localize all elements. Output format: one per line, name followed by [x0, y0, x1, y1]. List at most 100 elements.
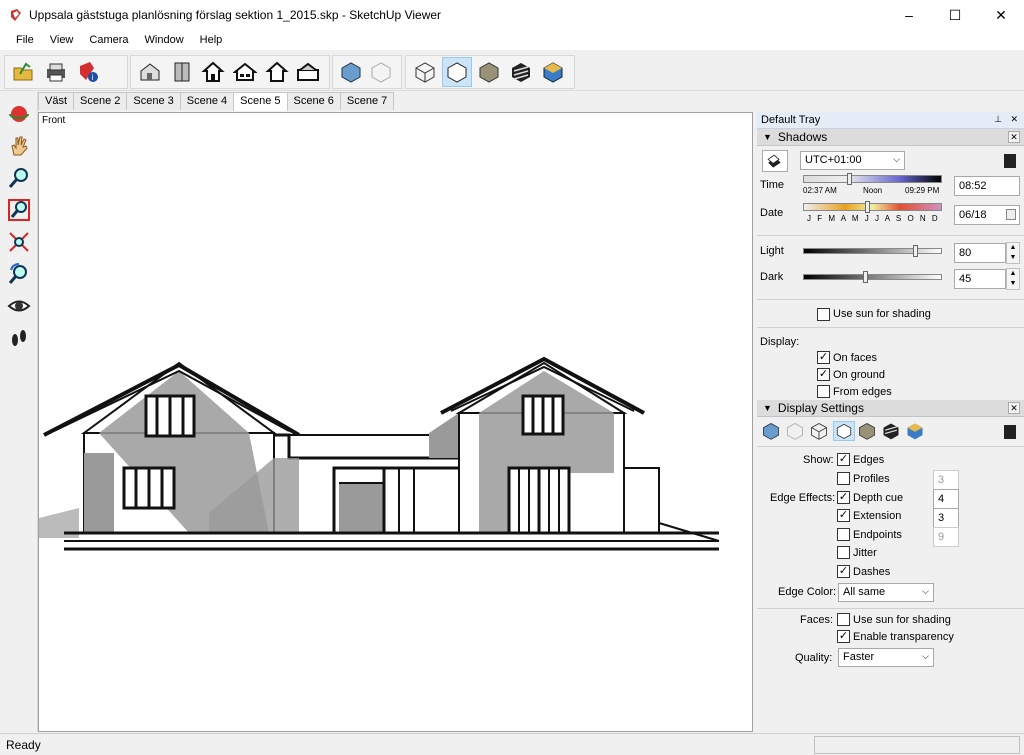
left-view-button[interactable] [293, 57, 323, 87]
xray-style-button[interactable] [761, 421, 783, 441]
endpoints-input[interactable]: 9 [933, 527, 959, 547]
open-folder-icon [13, 62, 33, 81]
zoom-button[interactable] [5, 164, 33, 192]
date-slider-thumb[interactable] [865, 201, 870, 213]
light-input[interactable]: 80 [954, 243, 1006, 263]
model-info-button[interactable]: i [73, 57, 103, 87]
light-slider[interactable] [803, 248, 942, 254]
previous-view-button[interactable] [5, 260, 33, 288]
menu-file[interactable]: File [8, 34, 42, 46]
hidden-line-style-button[interactable] [833, 421, 855, 441]
endpoints-checkbox[interactable] [837, 528, 850, 541]
tab-scene-5[interactable]: Scene 5 [233, 92, 288, 111]
menu-help[interactable]: Help [192, 34, 231, 46]
close-tray-button[interactable]: ✕ [1010, 114, 1018, 125]
dark-spinner[interactable]: ▲ ▼ [1006, 268, 1020, 290]
menu-window[interactable]: Window [137, 34, 192, 46]
on-faces-checkbox[interactable]: ✓ [817, 351, 830, 364]
textured-style-button[interactable] [881, 421, 903, 441]
date-slider[interactable] [803, 203, 942, 211]
menu-view[interactable]: View [42, 34, 82, 46]
printer-icon [47, 63, 65, 82]
shadows-section-header[interactable]: ▼ Shadows ✕ [757, 129, 1024, 146]
zoom-window-button[interactable] [5, 196, 33, 224]
dark-input[interactable]: 45 [954, 269, 1006, 289]
calendar-icon[interactable] [1006, 209, 1016, 220]
display-settings-section-header[interactable]: ▼ Display Settings ✕ [757, 400, 1024, 417]
close-window-button[interactable]: ✕ [978, 0, 1024, 30]
use-sun-shading-checkbox[interactable] [817, 308, 830, 321]
back-view-button[interactable] [262, 57, 292, 87]
tab-scene-6[interactable]: Scene 6 [286, 92, 341, 110]
wireframe-style-button[interactable] [809, 421, 831, 441]
light-spinner[interactable]: ▲ ▼ [1006, 242, 1020, 264]
jitter-checkbox[interactable] [837, 546, 850, 559]
light-slider-thumb[interactable] [913, 245, 918, 257]
depth-cue-label: Depth cue [853, 492, 904, 504]
time-slider-thumb[interactable] [847, 173, 852, 185]
walk-button[interactable] [5, 324, 33, 352]
dark-slider-thumb[interactable] [863, 271, 868, 283]
open-button[interactable] [9, 57, 39, 87]
enable-transparency-checkbox[interactable]: ✓ [837, 630, 850, 643]
wireframe-button[interactable] [410, 57, 440, 87]
iso-view-button[interactable] [135, 57, 165, 87]
spin-up-icon[interactable]: ▲ [1007, 269, 1019, 279]
spin-down-icon[interactable]: ▼ [1007, 279, 1019, 289]
time-label: Time [760, 179, 785, 191]
spin-up-icon[interactable]: ▲ [1007, 243, 1019, 253]
quality-select[interactable]: Faster ⌵ [838, 648, 934, 667]
pin-tray-button[interactable]: ⊥ [994, 114, 1002, 125]
tab-scene-7[interactable]: Scene 7 [339, 92, 395, 110]
time-input[interactable]: 08:52 [954, 176, 1020, 196]
maximize-button[interactable]: ☐ [932, 0, 978, 30]
faces-use-sun-checkbox[interactable] [837, 613, 850, 626]
tab-scene-4[interactable]: Scene 4 [179, 92, 235, 110]
dark-slider[interactable] [803, 274, 942, 280]
profiles-input[interactable]: 3 [933, 470, 959, 490]
depth-cue-checkbox[interactable]: ✓ [837, 491, 850, 504]
shaded-textures-button[interactable] [506, 57, 536, 87]
time-slider[interactable] [803, 175, 942, 183]
toggle-shadows-button[interactable] [762, 150, 788, 172]
edge-color-select[interactable]: All same ⌵ [838, 583, 934, 602]
top-view-button[interactable] [167, 57, 197, 87]
model-viewport[interactable]: Front [38, 112, 753, 732]
right-view-button[interactable] [230, 57, 260, 87]
minimize-button[interactable]: – [886, 0, 932, 30]
extension-input[interactable]: 3 [933, 508, 959, 528]
shaded-style-button[interactable] [857, 421, 879, 441]
monochrome-style-button[interactable] [905, 421, 927, 441]
hidden-line-button[interactable] [442, 57, 472, 87]
tab-vast[interactable]: Väst [38, 92, 75, 110]
depth-cue-input[interactable]: 4 [933, 489, 959, 509]
tab-scene-2[interactable]: Scene 2 [73, 92, 128, 110]
orbit-button[interactable] [5, 100, 33, 128]
edges-checkbox[interactable]: ✓ [837, 453, 850, 466]
back-edges-button[interactable] [367, 57, 395, 87]
menu-camera[interactable]: Camera [81, 34, 136, 46]
shaded-button[interactable] [474, 57, 504, 87]
xray-button[interactable] [337, 57, 365, 87]
dashes-checkbox[interactable]: ✓ [837, 565, 850, 578]
profiles-checkbox[interactable] [837, 472, 850, 485]
monochrome-button[interactable] [538, 57, 568, 87]
from-edges-checkbox[interactable] [817, 385, 830, 398]
timezone-select[interactable]: UTC+01:00 ⌵ [800, 151, 905, 170]
look-around-button[interactable] [5, 292, 33, 320]
details-toggle-icon[interactable] [1004, 154, 1016, 168]
back-edges-style-button[interactable] [785, 421, 807, 441]
close-display-settings-button[interactable]: ✕ [1008, 402, 1020, 414]
date-label: Date [760, 207, 784, 219]
print-button[interactable] [41, 57, 71, 87]
close-shadows-button[interactable]: ✕ [1008, 131, 1020, 143]
pan-button[interactable] [5, 132, 33, 160]
details-toggle-icon[interactable] [1004, 425, 1016, 439]
zoom-extents-button[interactable] [5, 228, 33, 256]
tab-scene-3[interactable]: Scene 3 [126, 92, 181, 110]
front-view-button[interactable] [198, 57, 228, 87]
on-ground-checkbox[interactable]: ✓ [817, 368, 830, 381]
date-input[interactable]: 06/18 [954, 205, 1020, 225]
spin-down-icon[interactable]: ▼ [1007, 253, 1019, 263]
extension-checkbox[interactable]: ✓ [837, 509, 850, 522]
